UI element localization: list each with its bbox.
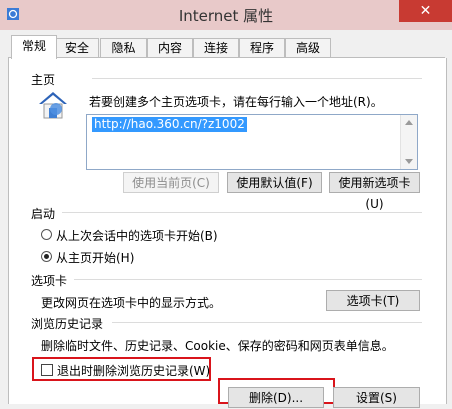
delete-history-button[interactable]: 删除(D)... xyxy=(228,387,324,408)
home-section-label: 主页 xyxy=(31,73,56,87)
home-url-value: http://hao.360.cn/?z1002 xyxy=(92,117,247,132)
tab-label: 安全 xyxy=(64,41,89,55)
divider xyxy=(92,78,422,79)
startup-section-label: 启动 xyxy=(31,207,56,221)
tab-label: 隐私 xyxy=(111,41,136,55)
radio-last-session-label: 从上次会话中的选项卡开始(B) xyxy=(56,229,218,243)
scroll-down-icon[interactable] xyxy=(405,159,413,165)
use-new-tab-button[interactable]: 使用新选项卡(U) xyxy=(329,172,420,211)
tab-content[interactable]: 内容 xyxy=(147,38,193,58)
close-icon: ✕ xyxy=(419,3,432,19)
radio-last-session[interactable] xyxy=(41,229,52,240)
tab-general[interactable]: 常规 xyxy=(11,35,57,59)
tabs-section-label: 选项卡 xyxy=(31,274,68,288)
tabs-description: 更改网页在选项卡中的显示方式。 xyxy=(41,296,222,310)
tab-label: 连接 xyxy=(203,41,228,55)
tab-label: 程序 xyxy=(249,41,274,55)
history-description: 删除临时文件、历史记录、Cookie、保存的密码和网页表单信息。 xyxy=(41,339,394,353)
window-title: Internet 属性 xyxy=(178,7,274,25)
tab-label: 内容 xyxy=(157,41,182,55)
close-button[interactable]: ✕ xyxy=(399,0,452,22)
history-section-label: 浏览历史记录 xyxy=(31,317,104,331)
tab-connections[interactable]: 连接 xyxy=(193,38,239,58)
tab-label: 高级 xyxy=(295,41,320,55)
use-default-button[interactable]: 使用默认值(F) xyxy=(227,172,322,193)
tab-label: 常规 xyxy=(21,39,46,53)
delete-on-exit-label: 退出时删除浏览历史记录(W) xyxy=(57,364,211,378)
history-settings-button[interactable]: 设置(S) xyxy=(333,387,420,408)
tab-advanced[interactable]: 高级 xyxy=(285,38,331,58)
home-icon xyxy=(39,92,67,119)
textbox-scrollbar[interactable] xyxy=(400,115,417,169)
divider xyxy=(62,212,422,213)
scroll-up-icon[interactable] xyxy=(405,119,413,125)
radio-start-home-label: 从主页开始(H) xyxy=(56,251,135,265)
home-instruction: 若要创建多个主页选项卡，请在每行输入一个地址(R)。 xyxy=(89,95,383,109)
home-url-textbox[interactable]: http://hao.360.cn/?z1002 xyxy=(86,114,418,170)
delete-on-exit-checkbox[interactable] xyxy=(41,364,53,376)
radio-start-home[interactable] xyxy=(41,251,52,262)
tab-security[interactable]: 安全 xyxy=(55,38,99,58)
tab-privacy[interactable]: 隐私 xyxy=(100,38,147,58)
divider xyxy=(112,322,422,323)
tabs-button[interactable]: 选项卡(T) xyxy=(326,290,420,311)
tab-programs[interactable]: 程序 xyxy=(239,38,285,58)
divider xyxy=(74,279,422,280)
use-current-button[interactable]: 使用当前页(C) xyxy=(123,172,219,193)
